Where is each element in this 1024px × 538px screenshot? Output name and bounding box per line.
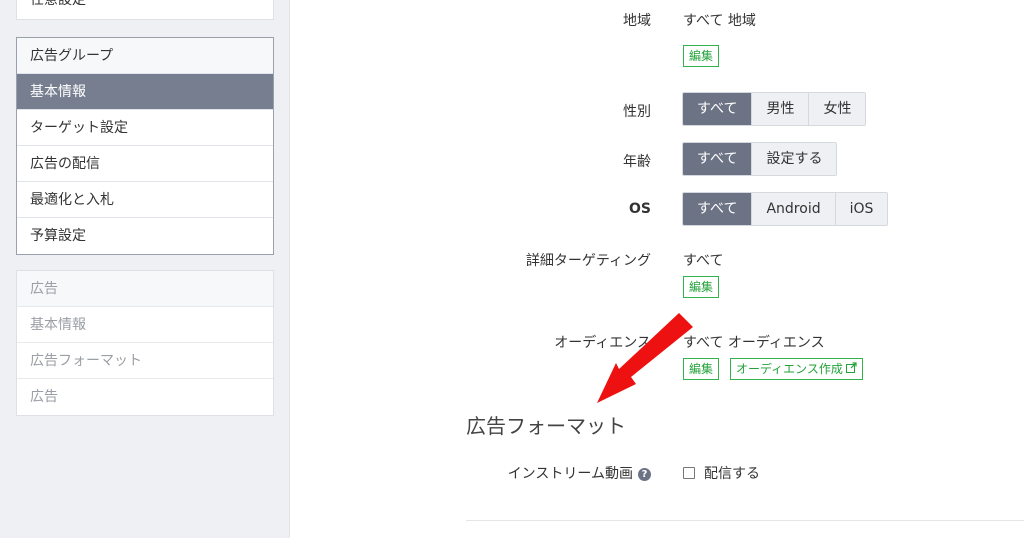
- instream-video-label-wrap: インストリーム動画?: [508, 463, 651, 483]
- os-option-ios[interactable]: iOS: [834, 193, 888, 225]
- create-audience-label: オーディエンス作成: [736, 362, 843, 376]
- age-label: 年齢: [623, 154, 651, 170]
- region-value: すべて 地域: [683, 13, 756, 29]
- os-label: OS: [629, 201, 651, 217]
- region-edit-button[interactable]: 編集: [683, 45, 720, 67]
- sidebar: 任意設定 広告グループ 基本情報 ターゲット設定 広告の配信 最適化と入札 予算…: [0, 0, 290, 538]
- sidebar-item-optimization-bidding[interactable]: 最適化と入札: [17, 182, 273, 218]
- sidebar-item-ad-delivery[interactable]: 広告の配信: [17, 146, 273, 182]
- detailed-targeting-value: すべて: [683, 253, 724, 269]
- sidebar-item-ad-basic-info[interactable]: 基本情報: [17, 307, 273, 343]
- section-divider: [466, 520, 1024, 521]
- help-icon[interactable]: ?: [638, 468, 651, 481]
- age-selector: すべて 設定する: [682, 142, 838, 176]
- sidebar-item-target-settings[interactable]: ターゲット設定: [17, 110, 273, 146]
- gender-option-female[interactable]: 女性: [808, 93, 866, 125]
- sidebar-item-optional-settings[interactable]: 任意設定: [17, 0, 273, 19]
- detailed-targeting-edit-button[interactable]: 編集: [683, 276, 720, 298]
- sidebar-item-ad[interactable]: 広告: [17, 271, 273, 307]
- region-label: 地域: [623, 13, 651, 29]
- gender-selector: すべて 男性 女性: [682, 92, 867, 126]
- sidebar-item-ad-group[interactable]: 広告グループ: [17, 38, 273, 74]
- age-option-custom[interactable]: 設定する: [751, 143, 837, 175]
- deliver-checkbox[interactable]: [683, 467, 695, 479]
- audience-label: オーディエンス: [554, 335, 651, 351]
- os-option-all[interactable]: すべて: [683, 193, 752, 225]
- sidebar-item-basic-info[interactable]: 基本情報: [17, 74, 273, 110]
- create-audience-button[interactable]: オーディエンス作成: [730, 358, 863, 380]
- ad-format-section-title: 広告フォーマット: [466, 414, 626, 438]
- sidebar-item-ad-format[interactable]: 広告フォーマット: [17, 343, 273, 379]
- os-option-android[interactable]: Android: [751, 193, 835, 225]
- sidebar-item-ad-creative[interactable]: 広告: [17, 379, 273, 415]
- sidebar-item-budget-settings[interactable]: 予算設定: [17, 218, 273, 254]
- gender-option-all[interactable]: すべて: [683, 93, 752, 125]
- optional-settings-box: 任意設定: [16, 0, 274, 20]
- os-selector: すべて Android iOS: [682, 192, 889, 226]
- deliver-label: 配信する: [704, 466, 760, 482]
- age-option-all[interactable]: すべて: [683, 143, 752, 175]
- gender-option-male[interactable]: 男性: [751, 93, 809, 125]
- deliver-checkbox-row[interactable]: 配信する: [683, 463, 760, 483]
- detailed-targeting-label: 詳細ターゲティング: [525, 253, 651, 269]
- ad-group-nav: 広告グループ 基本情報 ターゲット設定 広告の配信 最適化と入札 予算設定: [16, 37, 274, 255]
- audience-value: すべて オーディエンス: [683, 335, 825, 351]
- external-link-icon: [845, 359, 857, 379]
- gender-label: 性別: [623, 104, 651, 120]
- ad-nav: 広告 基本情報 広告フォーマット 広告: [16, 270, 274, 416]
- instream-video-label: インストリーム動画: [507, 466, 633, 482]
- audience-edit-button[interactable]: 編集: [683, 358, 720, 380]
